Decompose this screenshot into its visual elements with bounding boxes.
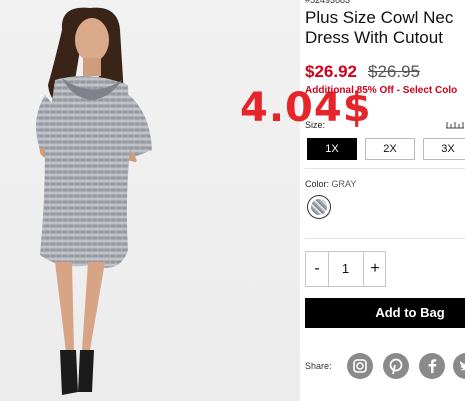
size-label: Size: [305,120,326,130]
product-photo[interactable] [0,0,300,401]
product-panel: #52493683 Plus Size Cowl Nec Dress With … [305,0,465,401]
size-option-2x[interactable]: 2X [365,138,415,160]
quantity-stepper: - 1 + [305,251,386,287]
quantity-increase-button[interactable]: + [363,252,386,286]
quantity-decrease-button[interactable]: - [306,252,329,286]
color-label-text: Color: [305,179,330,189]
facebook-icon[interactable] [419,353,445,379]
color-value: GRAY [331,179,357,189]
size-option-1x[interactable]: 1X [307,138,357,160]
product-title: Plus Size Cowl Nec Dress With Cutout [305,8,453,48]
product-title-line2: Dress With Cutout [305,28,443,47]
original-price: $26.95 [368,62,420,81]
color-swatch-gray[interactable] [307,195,331,219]
current-price: $26.92 [305,62,357,81]
add-to-bag-button[interactable]: Add to Bag [305,298,465,328]
size-option-3x[interactable]: 3X [423,138,465,160]
instagram-icon[interactable] [347,353,373,379]
twitter-icon[interactable] [453,353,465,379]
swatch-pattern [311,199,327,215]
share-label: Share: [305,361,332,371]
size-chart-icon[interactable] [445,119,465,129]
model-image [36,7,152,395]
color-label: Color: GRAY [305,179,356,189]
product-title-line1: Plus Size Cowl Nec [305,8,454,27]
promo-text[interactable]: Additional 85% Off - Select Colo [305,85,457,96]
quantity-value[interactable]: 1 [329,252,362,286]
product-sku: #52493683 [305,0,351,5]
divider [305,238,465,239]
pinterest-icon[interactable] [383,353,409,379]
divider [305,168,465,169]
